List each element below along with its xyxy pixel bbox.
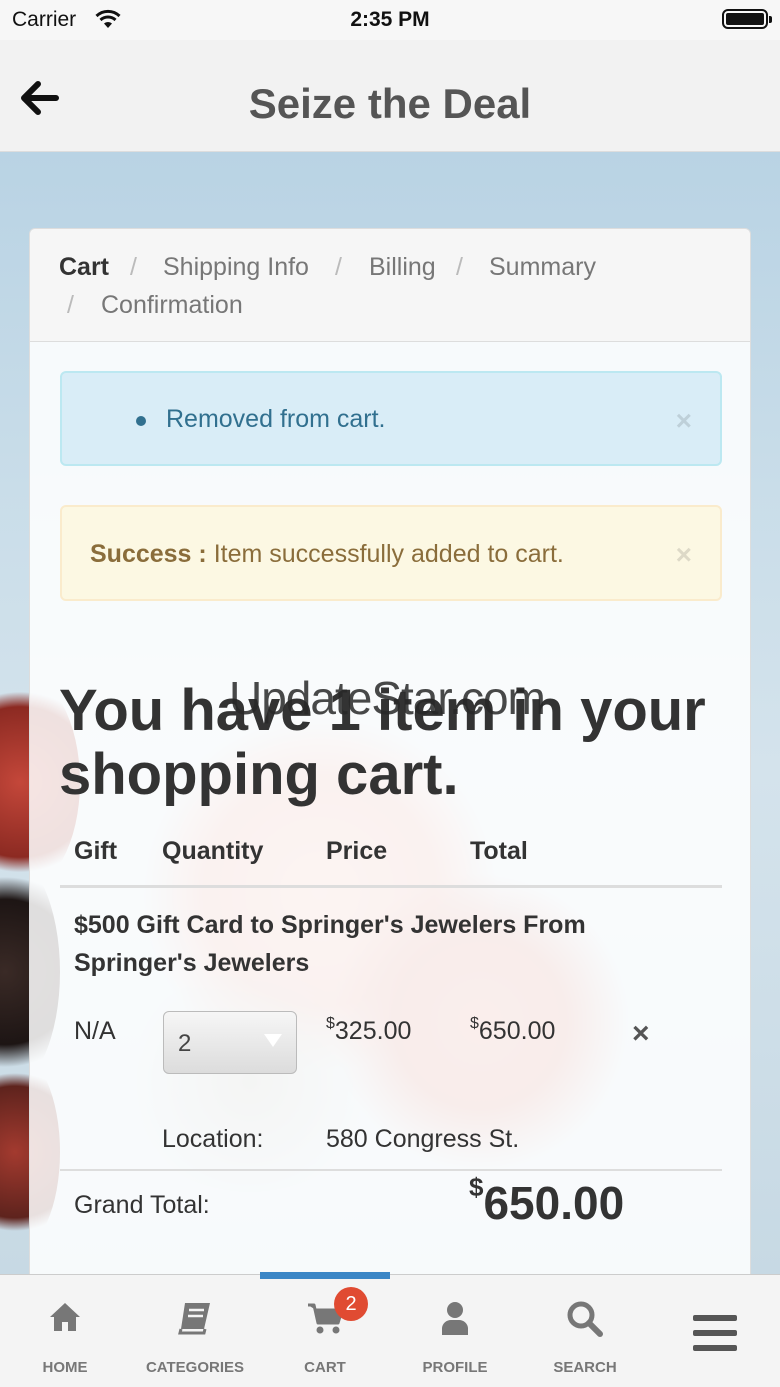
tab-label: CART [304, 1359, 346, 1376]
quantity-value: 2 [178, 1030, 192, 1057]
page-title: Seize the Deal [248, 80, 532, 127]
column-header-gift: Gift [74, 837, 118, 865]
breadcrumb-confirmation[interactable]: Confirmation [101, 291, 243, 320]
column-header-quantity: Quantity [162, 837, 264, 865]
status-bar: Carrier 2:35 PM [0, 0, 780, 40]
grand-total-label: Grand Total: [74, 1191, 210, 1219]
close-icon[interactable]: × [676, 405, 692, 437]
location-value: 580 Congress St. [326, 1125, 520, 1153]
battery-icon [722, 9, 772, 29]
tab-profile[interactable]: PROFILE [390, 1275, 520, 1387]
item-total: $650.00 [470, 1015, 556, 1045]
breadcrumb-cart: Cart [59, 253, 110, 281]
breadcrumb-separator: / [67, 291, 74, 319]
breadcrumb-summary[interactable]: Summary [489, 253, 596, 282]
cart-badge: 2 [334, 1287, 368, 1321]
gift-value: N/A [74, 1017, 116, 1045]
breadcrumb-separator: / [456, 253, 463, 281]
chevron-down-icon [264, 1034, 282, 1047]
success-alert-text: Item successfully added to cart. [213, 540, 564, 568]
column-header-price: Price [326, 837, 388, 865]
menu-icon [650, 1313, 780, 1353]
column-header-total: Total [470, 837, 528, 865]
tab-menu[interactable] [650, 1275, 780, 1387]
breadcrumb-separator: / [130, 253, 137, 281]
active-tab-indicator [260, 1272, 390, 1279]
tab-label: CATEGORIES [145, 1359, 245, 1376]
navigation-bar: Seize the Deal [0, 40, 780, 152]
search-icon [520, 1301, 650, 1341]
success-alert: Success : Item successfully added to car… [60, 505, 722, 601]
tab-cart[interactable]: CART [260, 1275, 390, 1387]
tab-label: PROFILE [422, 1359, 488, 1376]
home-icon [0, 1301, 130, 1341]
cart-icon [260, 1301, 390, 1341]
book-icon [130, 1301, 260, 1341]
table-divider [60, 885, 722, 888]
success-alert-message: Success : Item successfully added to car… [90, 540, 564, 569]
tab-search[interactable]: SEARCH [520, 1275, 650, 1387]
location-label: Location: [162, 1125, 264, 1153]
tab-label: SEARCH [553, 1359, 617, 1376]
tab-bar: HOME CATEGORIES CART PROFILE SEARCH 2 [0, 1272, 780, 1387]
breadcrumb: Cart / Shipping Info / Billing / Summary… [30, 229, 750, 342]
quantity-select[interactable]: 2 [163, 1011, 297, 1074]
cart-panel: Cart / Shipping Info / Billing / Summary… [29, 228, 751, 1298]
user-icon [390, 1301, 520, 1341]
tab-categories[interactable]: CATEGORIES [130, 1275, 260, 1387]
remove-item-icon[interactable]: × [632, 1017, 650, 1051]
item-price: $325.00 [326, 1015, 412, 1045]
close-icon[interactable]: × [676, 539, 692, 571]
info-alert: Removed from cart. × [60, 371, 722, 466]
tab-home[interactable]: HOME [0, 1275, 130, 1387]
breadcrumb-billing[interactable]: Billing [369, 253, 436, 282]
success-alert-label: Success : [90, 540, 207, 568]
watermark: UpdateStar.com [229, 672, 546, 724]
breadcrumb-separator: / [335, 253, 342, 281]
table-divider [60, 1169, 722, 1171]
grand-total-value: $650.00 [469, 1172, 625, 1229]
clock: 2:35 PM [350, 8, 430, 31]
info-alert-message: Removed from cart. [166, 405, 386, 433]
cart-item-name: $500 Gift Card to Springer's Jewelers Fr… [74, 911, 586, 977]
bullet-icon [136, 416, 146, 426]
tab-label: HOME [42, 1359, 88, 1376]
breadcrumb-shipping-info[interactable]: Shipping Info [163, 253, 309, 282]
